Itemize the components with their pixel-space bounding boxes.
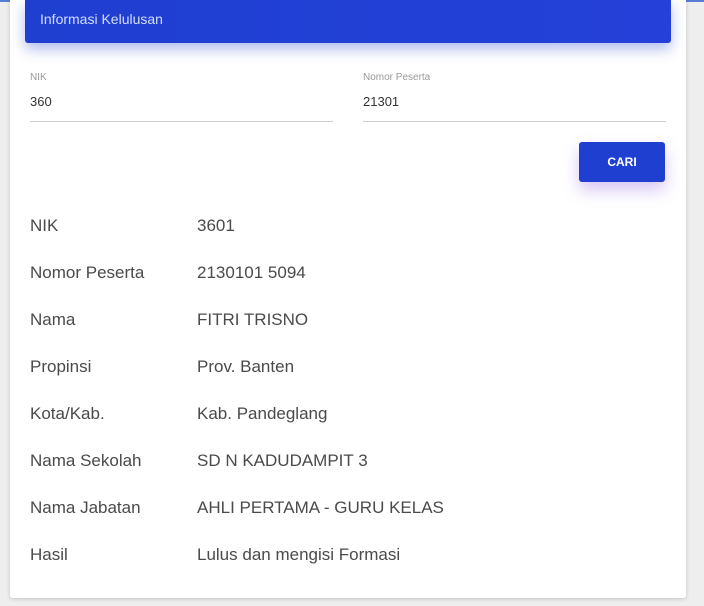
row-value: 2130101 5094 xyxy=(197,263,306,282)
row-value: SD N KADUDAMPIT 3 xyxy=(197,451,368,470)
result-row-nomor-peserta: Nomor Peserta 2130101 5094 xyxy=(30,249,650,296)
row-value: Prov. Banten xyxy=(197,357,295,376)
row-value: AHLI PERTAMA - GURU KELAS xyxy=(197,498,444,517)
row-value: 3601 xyxy=(197,216,235,235)
search-button[interactable]: CARI xyxy=(579,142,665,182)
result-row-nama-sekolah: Nama Sekolah SD N KADUDAMPIT 3 xyxy=(30,437,650,484)
result-row-nik: NIK 3601 xyxy=(30,202,650,249)
row-value: Kab. Pandeglang xyxy=(197,404,328,423)
row-label: Nama xyxy=(30,310,76,329)
result-list: NIK 3601 Nomor Peserta 2130101 5094 Nama… xyxy=(30,202,650,578)
row-label: Hasil xyxy=(30,545,68,564)
row-label: Propinsi xyxy=(30,357,92,376)
row-label: Nomor Peserta xyxy=(30,263,145,282)
result-row-propinsi: Propinsi Prov. Banten xyxy=(30,343,650,390)
result-row-kota-kab: Kota/Kab. Kab. Pandeglang xyxy=(30,390,650,437)
nomor-peserta-field[interactable]: Nomor Peserta xyxy=(363,72,666,122)
nik-input[interactable] xyxy=(30,94,333,109)
result-row-nama: Nama FITRI TRISNO xyxy=(30,296,650,343)
nik-field[interactable]: NIK xyxy=(30,72,333,122)
nomor-peserta-input[interactable] xyxy=(363,94,666,109)
row-value: Lulus dan mengisi Formasi xyxy=(197,545,401,564)
row-label: NIK xyxy=(30,216,59,235)
row-label: Nama Jabatan xyxy=(30,498,141,517)
row-label: Nama Sekolah xyxy=(30,451,142,470)
row-value: FITRI TRISNO xyxy=(197,310,309,329)
result-row-hasil: Hasil Lulus dan mengisi Formasi xyxy=(30,531,650,578)
result-card: Informasi Kelulusan NIK Nomor Peserta CA… xyxy=(10,0,686,598)
card-header: Informasi Kelulusan xyxy=(25,0,671,43)
result-row-nama-jabatan: Nama Jabatan AHLI PERTAMA - GURU KELAS xyxy=(30,484,650,531)
nomor-peserta-label: Nomor Peserta xyxy=(363,72,431,83)
page-title: Informasi Kelulusan xyxy=(40,11,163,27)
row-label: Kota/Kab. xyxy=(30,404,105,423)
nik-label: NIK xyxy=(30,72,47,83)
